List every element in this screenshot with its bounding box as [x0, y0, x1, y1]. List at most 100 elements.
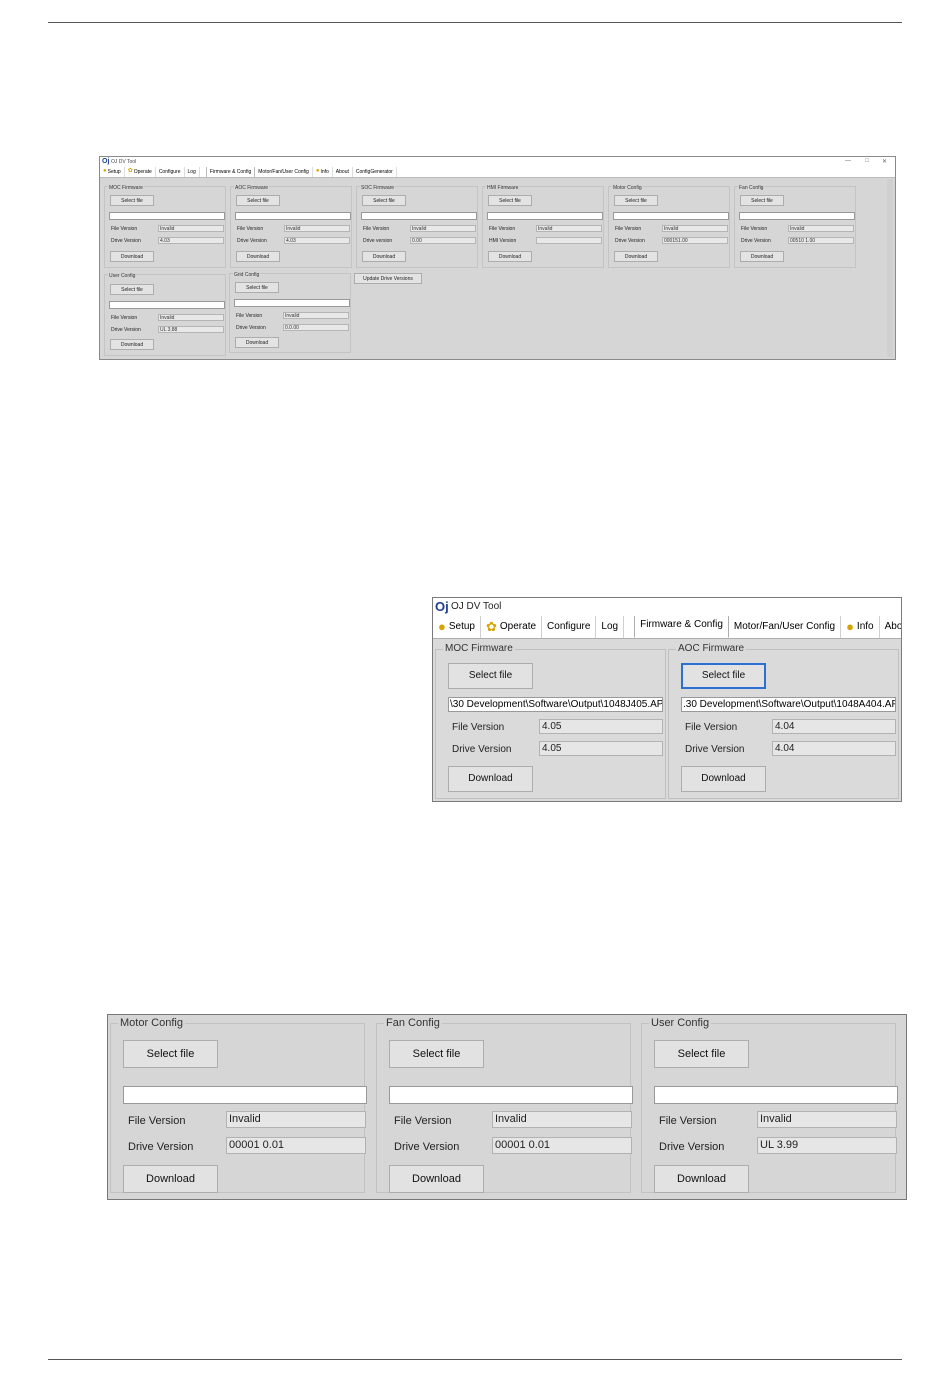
download-button[interactable]: Download: [123, 1165, 218, 1193]
select-file-button[interactable]: Select file: [236, 195, 280, 206]
file-path-input[interactable]: [123, 1086, 367, 1104]
tab-log[interactable]: Log: [185, 167, 200, 177]
vertical-scrollbar[interactable]: [887, 179, 893, 357]
download-button[interactable]: Download: [389, 1165, 484, 1193]
file-version-value: Invalid: [283, 312, 349, 319]
minimize-icon[interactable]: —: [845, 158, 851, 164]
info-person-icon: ●: [846, 619, 854, 634]
tab-info[interactable]: ● Info: [313, 167, 333, 177]
drive-version-value: 00510 1.00: [788, 237, 854, 244]
tab-label: Info: [320, 169, 329, 175]
file-path-input[interactable]: [487, 212, 603, 220]
tab-configure[interactable]: Configure: [156, 167, 185, 177]
tab-log[interactable]: Log: [596, 616, 625, 638]
title-bar: Oj OJ DV Tool — □ ✕: [100, 157, 895, 167]
tab-configure[interactable]: Configure: [542, 616, 597, 638]
tab-motor-fan-user-config[interactable]: Motor/Fan/User Config: [729, 616, 842, 638]
file-path-input[interactable]: \30 Development\Software\Output\1048J405…: [448, 697, 663, 712]
download-button[interactable]: Download: [614, 251, 658, 262]
tab-motor-fan-user-config[interactable]: Motor/Fan/User Config: [255, 167, 313, 177]
file-path-input[interactable]: [361, 212, 477, 220]
file-path-input[interactable]: [613, 212, 729, 220]
group-title: User Config: [649, 1017, 712, 1029]
download-button[interactable]: Download: [110, 251, 154, 262]
oj-logo-icon: Oj: [435, 599, 449, 614]
tab-info[interactable]: ● Info: [841, 616, 880, 638]
download-button[interactable]: Download: [235, 337, 279, 348]
select-file-button[interactable]: Select file: [110, 284, 154, 295]
tab-label: Operate: [499, 621, 537, 632]
select-file-button[interactable]: Select file: [681, 663, 766, 689]
window-title: OJ DV Tool: [451, 601, 502, 612]
file-version-value: Invalid: [788, 225, 854, 232]
file-path-input[interactable]: [654, 1086, 898, 1104]
grid-config-group: Grid Config Select file File Version Inv…: [229, 272, 351, 353]
file-path-input[interactable]: [739, 212, 855, 220]
file-path-input[interactable]: [235, 212, 351, 220]
select-file-button[interactable]: Select file: [235, 282, 279, 293]
download-button[interactable]: Download: [488, 251, 532, 262]
select-file-button[interactable]: Select file: [614, 195, 658, 206]
drive-version-label: Drive Version: [128, 1141, 194, 1153]
drive-version-value: 4.04: [772, 741, 896, 756]
file-version-value: Invalid: [226, 1111, 366, 1128]
drive-version-label: Drive Version: [659, 1141, 725, 1153]
tab-label: Log: [187, 169, 196, 175]
motor-config-group: Motor Config Select file File Version In…: [608, 185, 730, 268]
select-file-button[interactable]: Select file: [389, 1040, 484, 1068]
download-button[interactable]: Download: [740, 251, 784, 262]
tab-config-generator[interactable]: ConfigGenerator: [353, 167, 397, 177]
tab-about[interactable]: About: [880, 616, 901, 638]
group-title: SOC Firmware: [360, 185, 396, 191]
select-file-button[interactable]: Select file: [123, 1040, 218, 1068]
maximize-icon[interactable]: □: [865, 158, 869, 164]
file-path-input[interactable]: [234, 299, 350, 307]
file-path-input[interactable]: [109, 301, 225, 309]
file-version-label: File Version: [237, 226, 264, 232]
update-drive-versions-button[interactable]: Update Drive Versions: [354, 273, 422, 284]
tab-operate[interactable]: ✿ Operate: [481, 616, 543, 638]
tab-label: Operate: [133, 169, 152, 175]
fan-icon: ✿: [486, 619, 497, 634]
tab-setup[interactable]: ● Setup: [433, 616, 481, 638]
drive-version-label: Drive Version: [452, 744, 512, 755]
file-version-label: File Version: [489, 226, 516, 232]
tab-firmware-config[interactable]: Firmware & Config: [634, 616, 729, 638]
select-file-button[interactable]: Select file: [362, 195, 406, 206]
select-file-button[interactable]: Select file: [740, 195, 784, 206]
select-file-button[interactable]: Select file: [654, 1040, 749, 1068]
user-config-group: User Config Select file File Version Inv…: [641, 1017, 898, 1193]
oj-logo-icon: Oj: [102, 158, 110, 165]
user-config-group: User Config Select file File Version Inv…: [104, 273, 226, 356]
download-button[interactable]: Download: [448, 766, 533, 792]
download-button[interactable]: Download: [681, 766, 766, 792]
tab-label: Firmware & Config: [640, 619, 723, 630]
file-version-value: Invalid: [492, 1111, 632, 1128]
group-title: AOC Firmware: [234, 185, 270, 191]
file-path-input[interactable]: [109, 212, 225, 220]
drive-version-value: 0.0.00: [283, 324, 349, 331]
motor-config-group: Motor Config Select file File Version In…: [110, 1017, 367, 1193]
select-file-button[interactable]: Select file: [448, 663, 533, 689]
download-button[interactable]: Download: [110, 339, 154, 350]
hmi-version-value: [536, 237, 602, 244]
file-version-value: Invalid: [158, 314, 224, 321]
moc-firmware-group: MOC Firmware Select file \30 Development…: [435, 643, 666, 799]
select-file-button[interactable]: Select file: [488, 195, 532, 206]
tab-setup[interactable]: ● Setup: [100, 167, 125, 177]
download-button[interactable]: Download: [654, 1165, 749, 1193]
group-title: AOC Firmware: [676, 643, 747, 654]
drive-version-label: Drive version: [363, 238, 393, 244]
tab-about[interactable]: About: [333, 167, 353, 177]
group-title: Fan Config: [738, 185, 765, 191]
download-button[interactable]: Download: [362, 251, 406, 262]
file-version-label: File Version: [111, 315, 138, 321]
tab-firmware-config[interactable]: Firmware & Config: [205, 167, 256, 177]
file-path-input[interactable]: [389, 1086, 633, 1104]
download-button[interactable]: Download: [236, 251, 280, 262]
file-path-input[interactable]: .30 Development\Software\Output\1048A404…: [681, 697, 896, 712]
close-icon[interactable]: ✕: [882, 158, 887, 165]
drive-version-label: Drive Version: [394, 1141, 460, 1153]
tab-operate[interactable]: ✿ Operate: [125, 167, 156, 177]
select-file-button[interactable]: Select file: [110, 195, 154, 206]
